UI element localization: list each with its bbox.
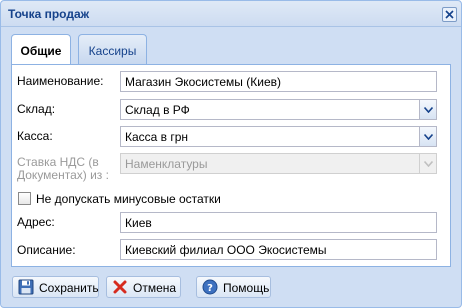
dialog-window: Точка продаж Общие Кассиры Наименование:… xyxy=(0,0,462,308)
cashbox-label: Касса: xyxy=(17,129,53,143)
form-panel: Наименование: Магазин Экосистемы (Киев) … xyxy=(11,64,451,267)
warehouse-value: Склад в РФ xyxy=(125,103,190,117)
cashbox-select[interactable]: Касса в грн xyxy=(120,126,437,147)
name-label: Наименование: xyxy=(17,74,104,88)
cancel-button-label: Отмена xyxy=(133,281,177,295)
tab-bar: Общие Кассиры xyxy=(7,32,457,65)
warehouse-select[interactable]: Склад в РФ xyxy=(120,99,437,120)
chevron-down-icon xyxy=(424,134,433,140)
warehouse-label: Склад: xyxy=(17,102,56,116)
vat-select: Наменклатуры xyxy=(120,153,437,174)
tab-general[interactable]: Общие xyxy=(11,34,71,65)
chevron-down-icon xyxy=(424,107,433,113)
close-icon xyxy=(445,10,454,19)
save-button[interactable]: Сохранить xyxy=(12,276,99,298)
address-field[interactable]: Киев xyxy=(120,212,437,233)
description-label: Описание: xyxy=(17,243,76,257)
negative-stock-checkbox[interactable] xyxy=(18,192,31,205)
title-bar[interactable]: Точка продаж xyxy=(1,1,461,27)
tab-cashiers-label: Кассиры xyxy=(88,44,137,58)
floppy-disk-icon xyxy=(18,279,34,295)
description-value: Киевский филиал ООО Экосистемы xyxy=(125,243,327,257)
close-button[interactable] xyxy=(442,7,457,22)
negative-stock-label[interactable]: Не допускать минусовые остатки xyxy=(36,192,221,206)
red-x-icon xyxy=(113,280,127,294)
help-button[interactable]: ? Помощь xyxy=(196,276,271,298)
svg-text:?: ? xyxy=(207,283,213,294)
window-title: Точка продаж xyxy=(8,7,90,21)
address-label: Адрес: xyxy=(17,215,55,229)
question-circle-icon: ? xyxy=(202,279,218,295)
cancel-button[interactable]: Отмена xyxy=(106,276,181,298)
name-field[interactable]: Магазин Экосистемы (Киев) xyxy=(120,71,437,92)
chevron-down-icon xyxy=(424,161,433,167)
tab-general-label: Общие xyxy=(20,44,62,58)
description-field[interactable]: Киевский филиал ООО Экосистемы xyxy=(120,239,437,260)
vat-dropdown-trigger xyxy=(419,154,436,173)
vat-label: Ставка НДС (в Документах) из : xyxy=(17,156,109,182)
cashbox-dropdown-trigger[interactable] xyxy=(419,127,436,146)
name-value: Магазин Экосистемы (Киев) xyxy=(125,75,281,89)
warehouse-dropdown-trigger[interactable] xyxy=(419,100,436,119)
vat-value: Наменклатуры xyxy=(125,157,208,171)
tab-cashiers[interactable]: Кассиры xyxy=(78,34,147,64)
cashbox-value: Касса в грн xyxy=(125,130,189,144)
save-button-label: Сохранить xyxy=(39,281,99,295)
address-value: Киев xyxy=(125,216,152,230)
help-button-label: Помощь xyxy=(223,281,270,295)
vat-label-line2: Документах) из : xyxy=(17,168,109,182)
